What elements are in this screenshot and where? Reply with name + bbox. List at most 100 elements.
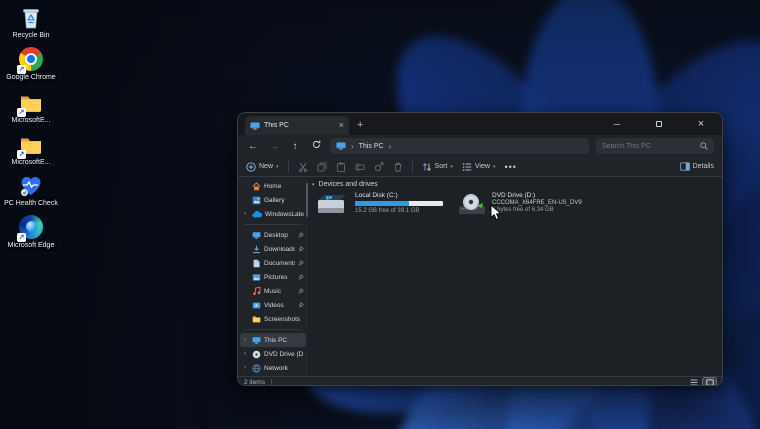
pin-icon (298, 288, 304, 294)
toolbar-divider (288, 161, 289, 173)
sidebar-item-screenshots[interactable]: Screenshots (240, 312, 306, 326)
sidebar-item-network[interactable]: › Network (240, 361, 306, 375)
tab-bar: This PC × + ─ × (238, 113, 722, 135)
window-caption-controls: ─ × (596, 113, 722, 135)
close-button[interactable]: × (680, 113, 722, 135)
desktop-icon-pc-health-check[interactable]: PC Health Check (4, 173, 58, 208)
sidebar-item-music[interactable]: Music (240, 284, 306, 298)
address-bar[interactable]: › This PC › (330, 138, 589, 154)
drive-free-space: 0 bytes free of 6.34 GB (492, 207, 582, 213)
up-icon[interactable]: ↑ (288, 141, 302, 152)
forward-icon[interactable]: → (267, 141, 281, 152)
view-icon (462, 162, 472, 172)
trash-icon (393, 162, 403, 172)
disk-usage-fill (355, 201, 409, 206)
sidebar-item-home[interactable]: Home (240, 179, 306, 193)
drive-tile-local-disk-c[interactable]: Local Disk (C:) 15.2 GB free of 39.1 GB (314, 192, 443, 218)
breadcrumb-this-pc[interactable]: This PC (359, 143, 384, 150)
paste-button[interactable] (336, 162, 346, 172)
minimize-button[interactable]: ─ (596, 113, 638, 135)
sidebar-item-pictures[interactable]: Pictures (240, 270, 306, 284)
network-icon (252, 364, 261, 373)
desktop-icon-recycle-bin[interactable]: Recycle Bin (4, 5, 58, 40)
sidebar-item-downloads[interactable]: Downloads (240, 242, 306, 256)
sort-button[interactable]: Sort ▾ (422, 162, 453, 172)
expand-chevron-icon[interactable]: › (244, 365, 249, 371)
command-toolbar: New ▾ (238, 157, 722, 177)
drive-tile-dvd-d[interactable]: DVD Drive (D:) CCCOMA_X64FRE_EN-US_DV9 0… (457, 192, 582, 218)
expand-chevron-icon[interactable]: › (244, 211, 249, 217)
tab-this-pc[interactable]: This PC × (245, 116, 349, 135)
details-view-button[interactable] (687, 378, 700, 387)
desktop-icon-microsoft-edge[interactable]: ↗ Microsoft Edge (4, 214, 58, 250)
new-tab-button[interactable]: + (357, 115, 363, 135)
group-header-devices-and-drives[interactable]: ▾ Devices and drives (310, 179, 722, 192)
desktop-icon-label: Recycle Bin (4, 32, 58, 40)
share-button[interactable] (374, 162, 384, 172)
delete-button[interactable] (393, 162, 403, 172)
expand-chevron-icon[interactable]: › (244, 337, 249, 343)
disk-usage-bar (355, 201, 443, 206)
file-explorer-window: This PC × + ─ × ← → ↑ › (237, 112, 723, 386)
dvd-disc-icon (252, 350, 261, 359)
sidebar-item-onedrive-windowslatest[interactable]: › WindowsLatest (240, 207, 306, 221)
toolbar-divider (412, 161, 413, 173)
desktop-icon-label: MicrosoftE... (4, 159, 58, 167)
new-button[interactable]: New ▾ (246, 162, 279, 172)
maximize-button[interactable] (638, 113, 680, 135)
copy-button[interactable] (317, 162, 327, 172)
sidebar-item-videos[interactable]: Videos (240, 298, 306, 312)
sidebar-item-desktop[interactable]: Desktop (240, 228, 306, 242)
desktop-icon-microsoft-folder-1[interactable]: ↗ MicrosoftE... (4, 90, 58, 125)
chevron-down-icon: ▾ (450, 164, 453, 170)
videos-icon (252, 301, 261, 310)
refresh-icon[interactable] (309, 140, 323, 152)
sidebar-item-documents[interactable]: Documents (240, 256, 306, 270)
new-plus-icon (246, 162, 256, 172)
downloads-icon (252, 245, 261, 254)
volume-label: CCCOMA_X64FRE_EN-US_DV9 (492, 200, 582, 206)
collapse-chevron-icon[interactable]: ▾ (312, 182, 315, 188)
pc-health-heart-icon (18, 173, 44, 199)
view-button[interactable]: View ▾ (462, 162, 496, 172)
details-pane-toggle[interactable]: Details (680, 162, 714, 171)
status-divider (271, 379, 272, 386)
documents-icon (252, 259, 261, 268)
recycle-bin-icon (18, 5, 44, 31)
drive-free-space: 15.2 GB free of 39.1 GB (355, 208, 443, 214)
details-view-icon (690, 379, 698, 386)
back-icon[interactable]: ← (246, 141, 260, 152)
search-input[interactable] (602, 143, 700, 150)
address-bar-row: ← → ↑ › This PC › (238, 135, 722, 157)
expand-chevron-icon[interactable]: › (244, 351, 249, 357)
sort-icon (422, 162, 432, 172)
large-icons-view-button[interactable] (703, 378, 716, 387)
shortcut-arrow-icon: ↗ (17, 233, 26, 242)
sidebar-item-gallery[interactable]: WindowsLatest Gallery (240, 193, 306, 207)
desktop-icon (252, 231, 261, 240)
sidebar-item-this-pc[interactable]: › This PC (240, 333, 306, 347)
drive-name: Local Disk (C:) (355, 192, 443, 199)
desktop-icon-label: MicrosoftE... (4, 117, 58, 125)
mouse-cursor (490, 204, 502, 226)
desktop-icon-google-chrome[interactable]: ↗ Google Chrome (4, 46, 58, 82)
desktop-icon-microsoft-folder-2[interactable]: ↗ MicrosoftE... (4, 132, 58, 167)
rename-button[interactable] (355, 162, 365, 172)
copy-icon (317, 162, 327, 172)
sidebar-item-dvd-drive[interactable]: › DVD Drive (D:) C (240, 347, 306, 361)
large-icons-view-icon (706, 379, 714, 386)
content-pane: ▾ Devices and drives (308, 177, 722, 376)
hard-drive-icon (314, 192, 350, 218)
breadcrumb-separator: › (351, 142, 354, 151)
tab-close-icon[interactable]: × (339, 121, 344, 130)
search-icon (700, 142, 708, 150)
rename-icon (355, 162, 365, 172)
cut-icon (298, 162, 308, 172)
more-options-button[interactable]: ••• (504, 162, 516, 172)
chevron-down-icon: ▾ (493, 164, 496, 170)
chevron-down-icon: ▾ (276, 164, 279, 170)
breadcrumb-separator[interactable]: › (389, 142, 392, 151)
search-box[interactable] (596, 138, 714, 154)
cut-button[interactable] (298, 162, 308, 172)
pin-icon (298, 260, 304, 266)
